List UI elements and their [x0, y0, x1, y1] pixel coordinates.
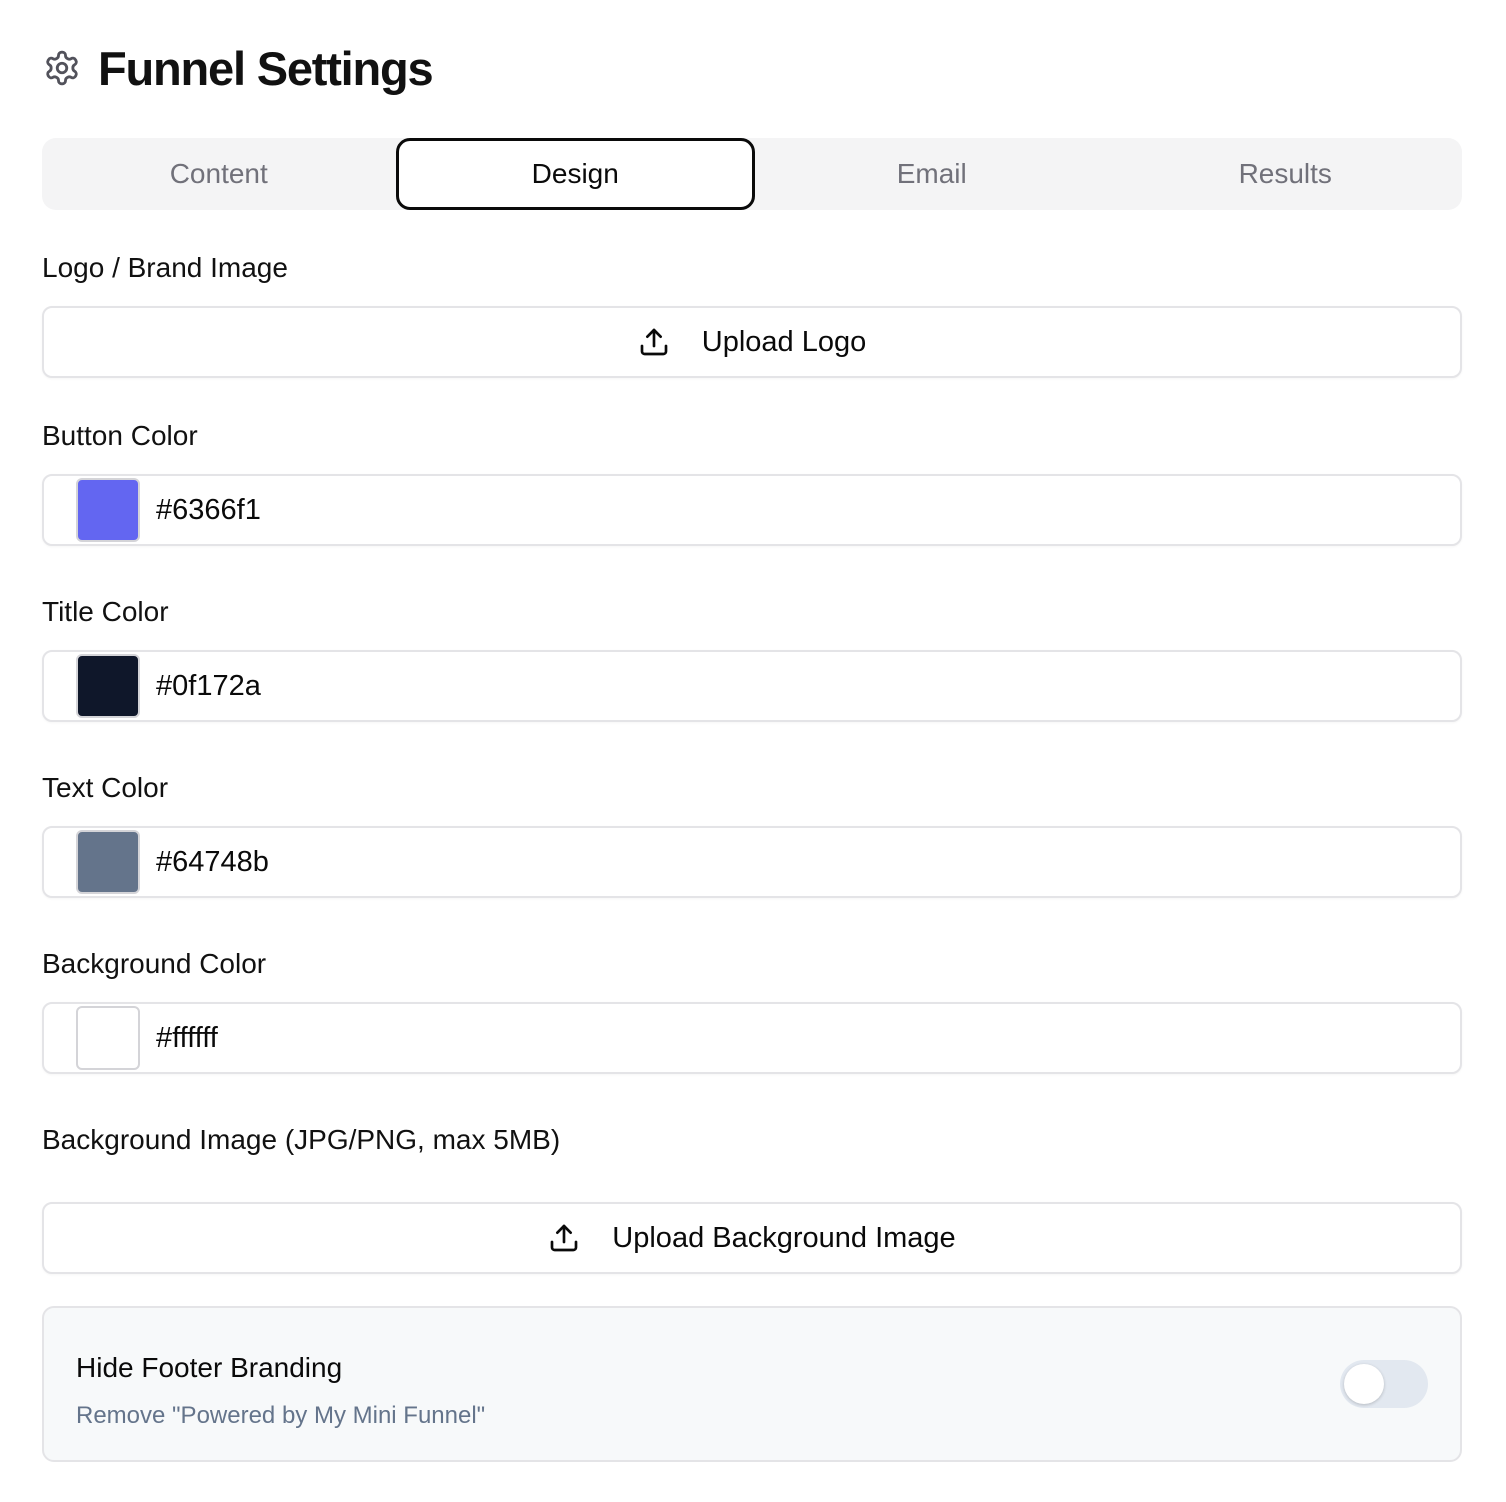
upload-logo-label: Upload Logo [701, 325, 867, 358]
page-title: Funnel Settings [98, 41, 434, 95]
background-color-field [42, 1002, 1462, 1074]
title-color-field [42, 650, 1462, 722]
upload-background-image-button[interactable]: Upload Background Image [42, 1202, 1462, 1274]
tab-design[interactable]: Design [395, 138, 755, 210]
button-color-input[interactable] [156, 493, 1356, 527]
background-color-label: Background Color [42, 948, 267, 979]
page-header: Funnel Settings [42, 40, 434, 96]
upload-logo-button[interactable]: Upload Logo [42, 306, 1462, 378]
gear-icon [42, 48, 82, 88]
toggle-knob [1344, 1364, 1384, 1404]
footer-branding-description: Remove "Powered by My Mini Funnel" [76, 1402, 486, 1429]
button-color-label: Button Color [42, 420, 198, 451]
tab-content[interactable]: Content [42, 138, 396, 210]
background-image-label: Background Image (JPG/PNG, max 5MB) [42, 1124, 561, 1155]
text-color-label: Text Color [42, 772, 169, 803]
upload-icon [548, 1222, 580, 1254]
button-color-field [42, 474, 1462, 546]
button-color-swatch[interactable] [76, 478, 140, 542]
footer-branding-title: Hide Footer Branding [76, 1352, 343, 1383]
text-color-swatch[interactable] [76, 830, 140, 894]
tab-email[interactable]: Email [755, 138, 1109, 210]
background-color-input[interactable] [156, 1021, 1356, 1055]
title-color-swatch[interactable] [76, 654, 140, 718]
background-color-swatch[interactable] [76, 1006, 140, 1070]
text-color-input[interactable] [156, 845, 1356, 879]
settings-tabs: Content Design Email Results [42, 138, 1462, 210]
upload-icon [638, 326, 670, 358]
hide-footer-branding-toggle[interactable] [1340, 1360, 1428, 1408]
text-color-field [42, 826, 1462, 898]
title-color-label: Title Color [42, 596, 169, 627]
title-color-input[interactable] [156, 669, 1356, 703]
footer-branding-card: Hide Footer Branding Remove "Powered by … [42, 1306, 1462, 1462]
logo-label: Logo / Brand Image [42, 252, 288, 283]
funnel-settings-page: Funnel Settings Content Design Email Res… [0, 0, 1506, 1502]
tab-results[interactable]: Results [1109, 138, 1463, 210]
upload-background-image-label: Upload Background Image [612, 1221, 956, 1254]
